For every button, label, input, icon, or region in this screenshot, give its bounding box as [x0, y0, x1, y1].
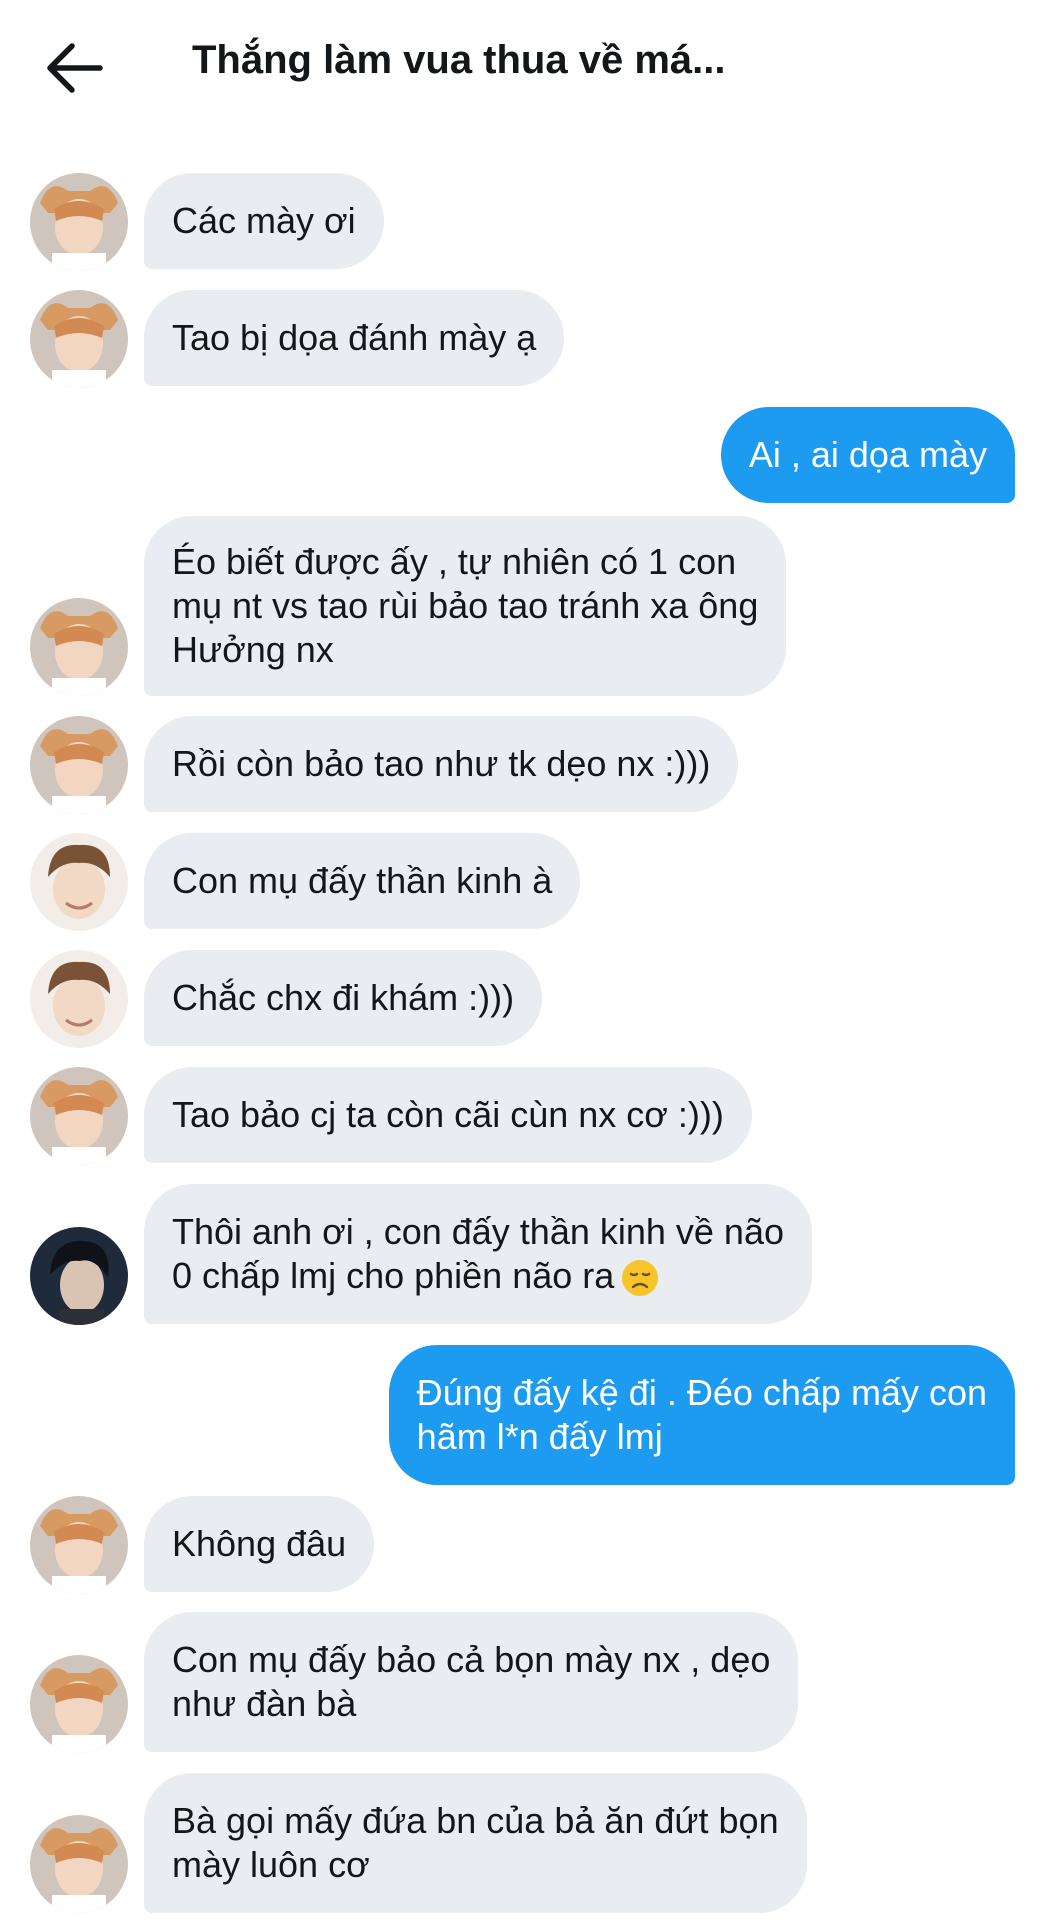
- message-bubble-incoming[interactable]: Con mụ đấy thần kinh à: [144, 833, 581, 929]
- message-text: Thôi anh ơi , con đấy thần kinh về não 0…: [172, 1210, 784, 1298]
- avatar-dark-hair[interactable]: [30, 1227, 128, 1325]
- avatar-orange-hair[interactable]: [30, 1815, 128, 1913]
- avatar-orange-hair[interactable]: [30, 1496, 128, 1594]
- arrow-left-icon: [47, 43, 103, 93]
- avatar-brown-hair[interactable]: [30, 950, 128, 1048]
- message-bubble-outgoing[interactable]: Ai , ai dọa mày: [720, 407, 1015, 503]
- message-bubble-outgoing[interactable]: Đúng đấy kệ đi . Đéo chấp mấy con hãm l*…: [388, 1345, 1015, 1485]
- conversation-title[interactable]: Thắng làm vua thua về má...: [192, 38, 725, 83]
- message-bubble-incoming[interactable]: Các mày ơi: [144, 173, 384, 269]
- avatar-orange-hair[interactable]: [30, 598, 128, 696]
- message-text: Ai , ai dọa mày: [748, 434, 987, 475]
- avatar-orange-hair[interactable]: [30, 290, 128, 388]
- message-bubble-incoming[interactable]: Thôi anh ơi , con đấy thần kinh về não 0…: [144, 1184, 812, 1324]
- message-bubble-incoming[interactable]: Không đâu: [144, 1496, 375, 1592]
- chat-header: Thắng làm vua thua về má...: [0, 0, 1045, 135]
- avatar-orange-hair[interactable]: [30, 173, 128, 271]
- message-bubble-incoming[interactable]: Éo biết được ấy , tự nhiên có 1 con mụ n…: [144, 516, 787, 696]
- message-text: Không đâu: [172, 1523, 347, 1564]
- message-text: Tao bảo cj ta còn cãi cùn nx cơ :))): [172, 1094, 724, 1135]
- avatar-orange-hair[interactable]: [30, 716, 128, 814]
- message-bubble-incoming[interactable]: Tao bảo cj ta còn cãi cùn nx cơ :))): [144, 1067, 752, 1163]
- back-button[interactable]: [42, 40, 106, 96]
- avatar-brown-hair[interactable]: [30, 833, 128, 931]
- message-text: Éo biết được ấy , tự nhiên có 1 con mụ n…: [172, 541, 759, 670]
- message-bubble-incoming[interactable]: Rồi còn bảo tao như tk dẹo nx :))): [144, 716, 739, 812]
- avatar-orange-hair[interactable]: [30, 1067, 128, 1165]
- message-text: Các mày ơi: [172, 200, 356, 241]
- message-text: Con mụ đấy bảo cả bọn mày nx , dẹo như đ…: [172, 1639, 771, 1724]
- message-bubble-incoming[interactable]: Con mụ đấy bảo cả bọn mày nx , dẹo như đ…: [144, 1612, 799, 1752]
- disappointed-face-emoji: [622, 1260, 659, 1297]
- message-bubble-incoming[interactable]: Tao bị dọa đánh mày ạ: [144, 290, 565, 386]
- message-text: Đúng đấy kệ đi . Đéo chấp mấy con hãm l*…: [416, 1372, 987, 1457]
- message-text: Con mụ đấy thần kinh à: [172, 860, 553, 901]
- message-bubble-incoming[interactable]: Chắc chx đi khám :))): [144, 950, 543, 1046]
- message-bubble-incoming[interactable]: Bà gọi mấy đứa bn của bả ăn đứt bọn mày …: [144, 1773, 807, 1913]
- avatar-orange-hair[interactable]: [30, 1655, 128, 1753]
- message-text: Rồi còn bảo tao như tk dẹo nx :))): [172, 743, 711, 784]
- message-text: Bà gọi mấy đứa bn của bả ăn đứt bọn mày …: [172, 1800, 779, 1885]
- message-text: Chắc chx đi khám :))): [172, 977, 515, 1018]
- message-text: Tao bị dọa đánh mày ạ: [172, 317, 537, 358]
